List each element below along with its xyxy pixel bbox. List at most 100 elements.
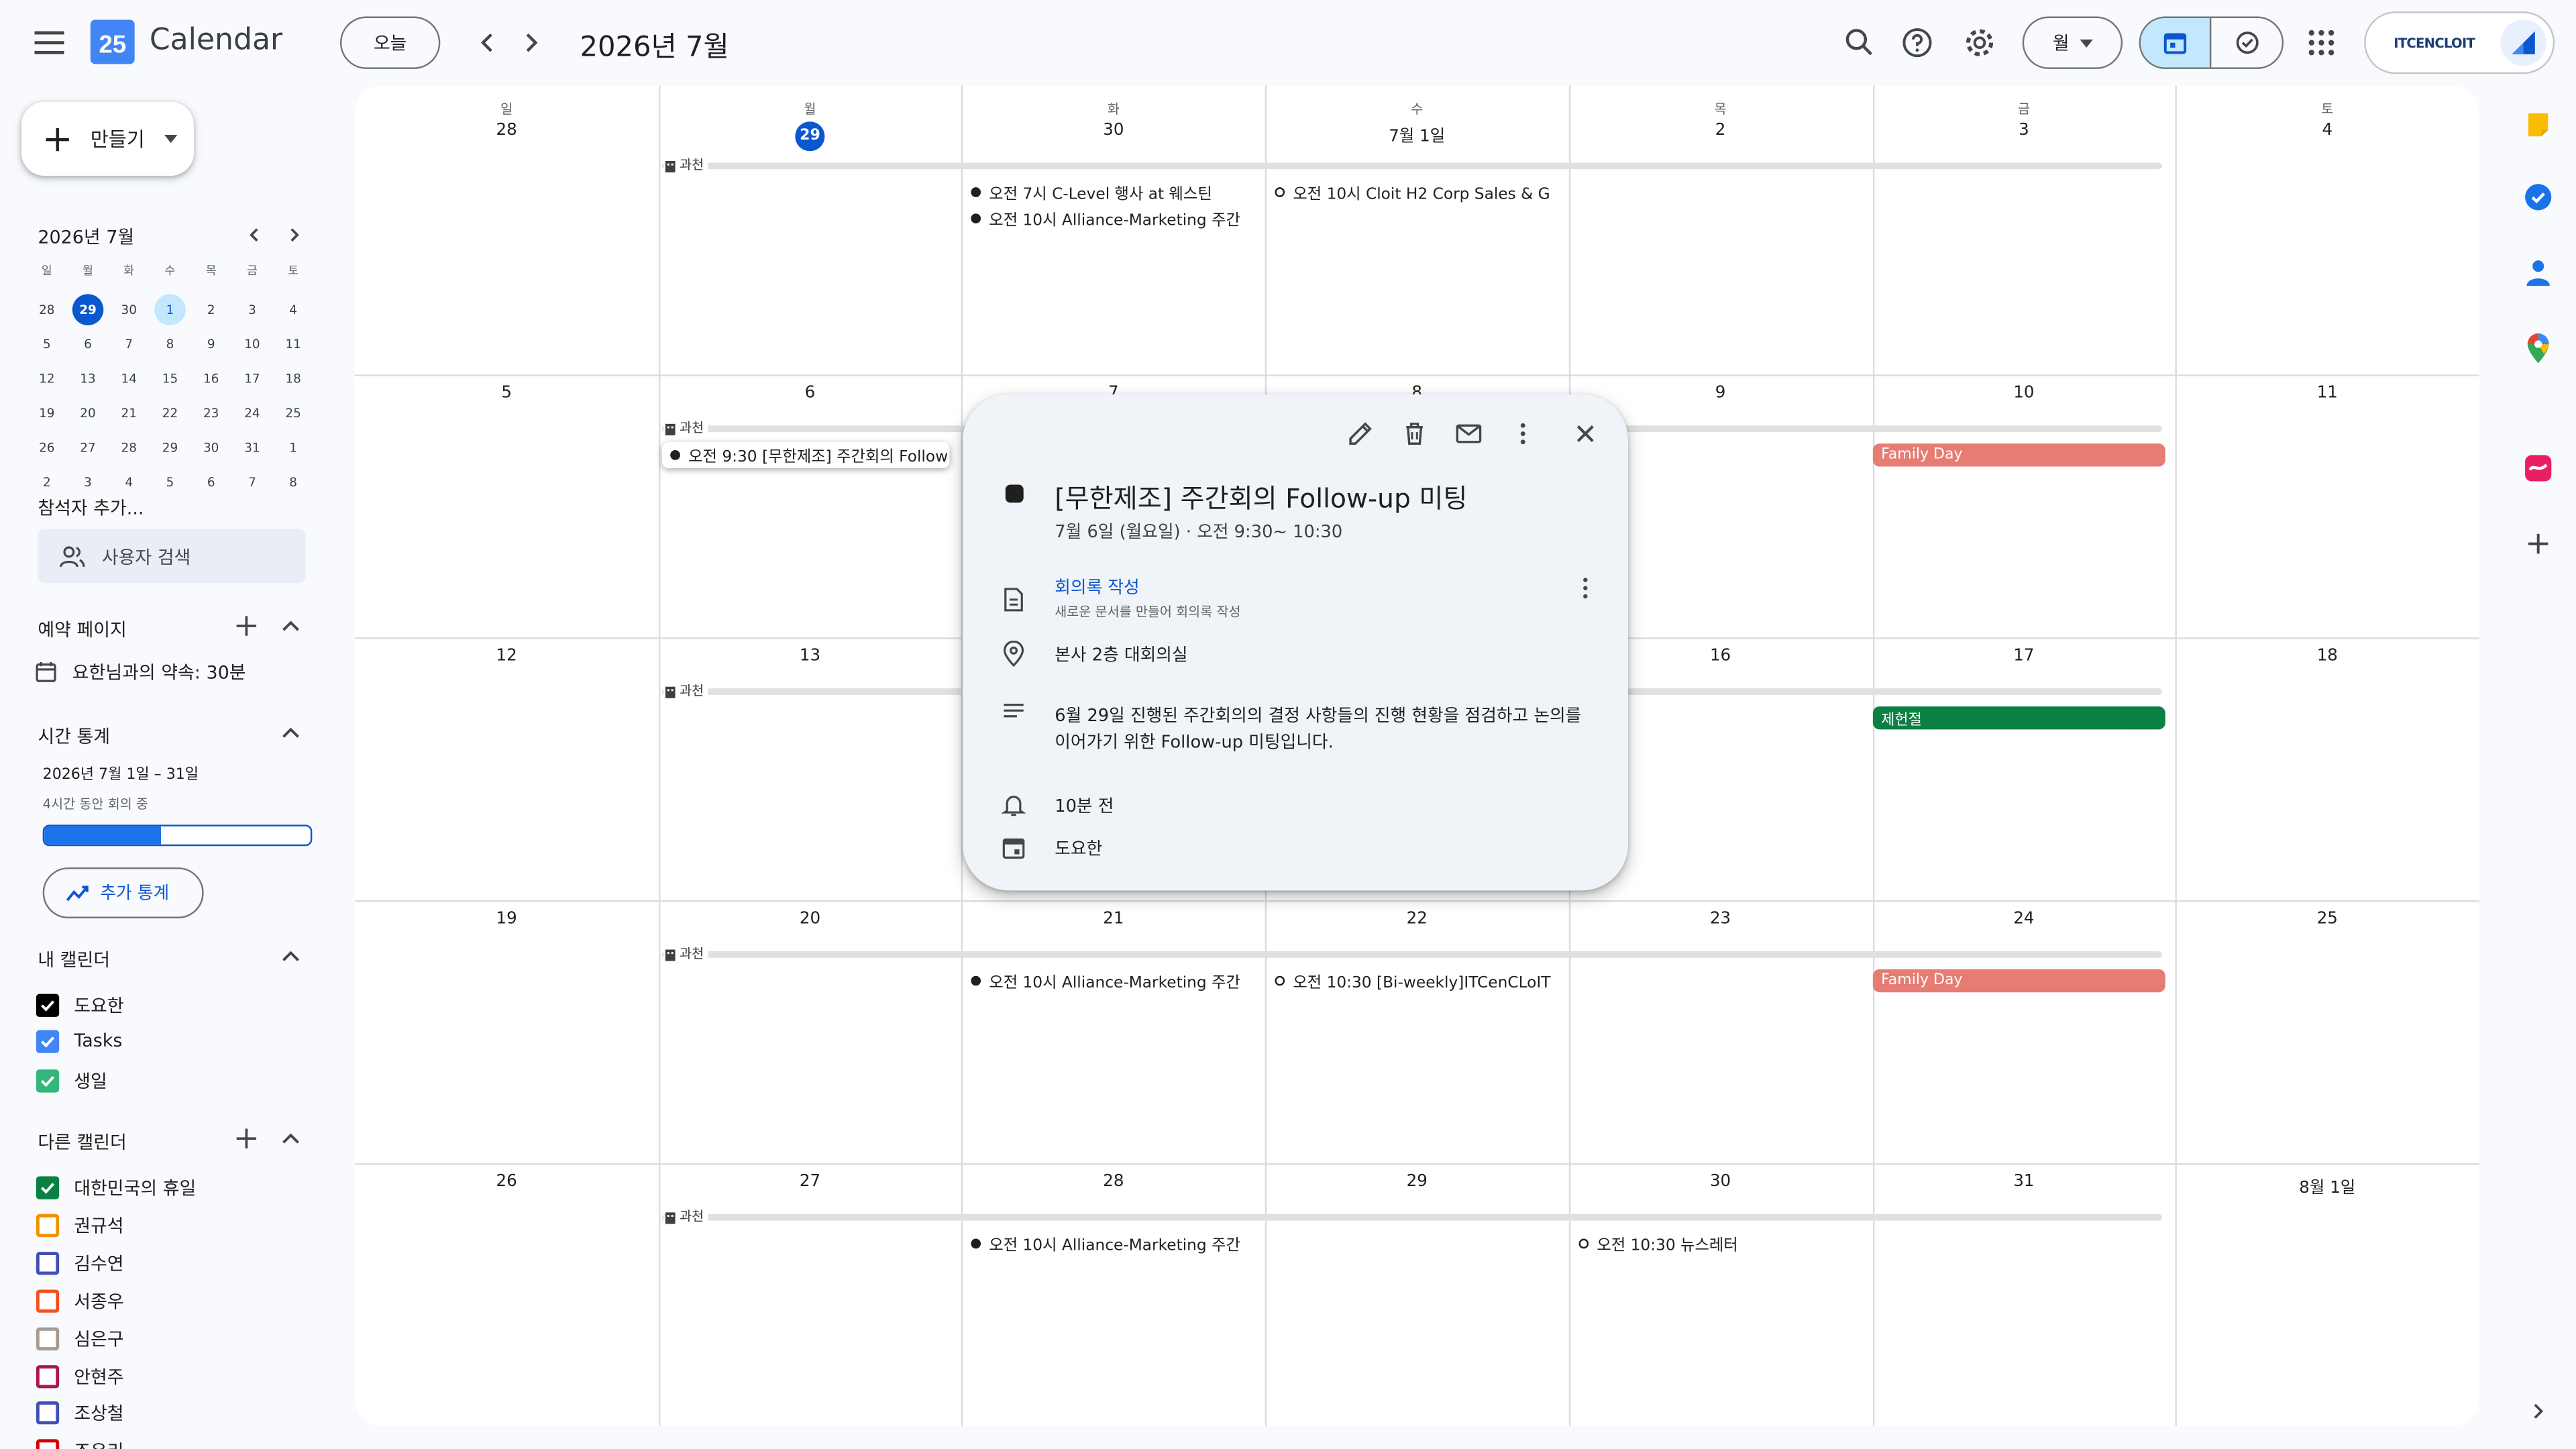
calendar-checkbox-item[interactable]: 안현주 (36, 1362, 124, 1389)
contacts-icon[interactable] (2522, 256, 2555, 289)
checkbox-unchecked-icon[interactable] (36, 1364, 60, 1388)
day-number[interactable]: 21 (962, 910, 1265, 928)
multiday-event-label[interactable]: 과천 (663, 945, 709, 963)
multiday-event-label[interactable]: 과천 (663, 682, 709, 700)
tasks-icon[interactable] (2522, 180, 2555, 213)
calendar-checkbox-item[interactable]: 심은구 (36, 1325, 124, 1351)
mini-day[interactable]: 10 (231, 327, 272, 361)
collapse-stats-button[interactable] (278, 720, 304, 746)
checkbox-unchecked-icon[interactable] (36, 1440, 60, 1449)
day-number[interactable]: 12 (355, 647, 658, 665)
mini-day[interactable]: 16 (191, 362, 231, 396)
mini-day[interactable]: 23 (191, 396, 231, 430)
mini-day[interactable]: 7 (231, 465, 272, 499)
search-button[interactable] (1841, 25, 1878, 61)
day-number[interactable]: 28 (962, 1173, 1265, 1191)
email-guests-button[interactable] (1454, 419, 1483, 448)
day-cell[interactable]: 토4 (2176, 85, 2479, 348)
day-number[interactable]: 30 (1568, 1173, 1872, 1191)
view-select[interactable]: 월 (2022, 16, 2123, 69)
mini-day[interactable]: 17 (231, 362, 272, 396)
checkbox-unchecked-icon[interactable] (36, 1251, 60, 1275)
mini-day[interactable]: 28 (109, 431, 150, 465)
day-cell[interactable]: 26 (355, 1163, 658, 1426)
day-number[interactable]: 24 (1872, 910, 2176, 928)
day-number[interactable]: 5 (355, 384, 658, 402)
booking-item[interactable]: 요한님과의 약속: 30분 (34, 659, 246, 685)
mini-day[interactable]: 30 (109, 292, 150, 327)
checkbox-unchecked-icon[interactable] (36, 1401, 60, 1426)
day-cell[interactable]: 월 29 (658, 85, 961, 348)
day-number[interactable]: 29 (658, 121, 961, 152)
day-number[interactable]: 11 (2176, 384, 2479, 402)
collapse-other-calendars-button[interactable] (278, 1126, 304, 1152)
day-cell[interactable]: 22 (1265, 900, 1568, 1163)
mini-next-button[interactable] (282, 223, 305, 246)
day-cell[interactable]: 27 (658, 1163, 961, 1426)
mini-day[interactable]: 3 (231, 292, 272, 327)
keep-icon[interactable] (2522, 109, 2555, 142)
mini-day[interactable]: 5 (26, 327, 67, 361)
mini-day[interactable]: 2 (191, 292, 231, 327)
day-cell[interactable]: 24 (1872, 900, 2176, 1163)
mini-day[interactable]: 14 (109, 362, 150, 396)
day-cell[interactable]: 10 (1872, 374, 2176, 637)
day-number[interactable]: 29 (1265, 1173, 1568, 1191)
day-cell[interactable]: 25 (2176, 900, 2479, 1163)
mini-day[interactable]: 8 (150, 327, 191, 361)
checkbox-checked-icon[interactable] (36, 1176, 60, 1199)
settings-button[interactable] (1962, 25, 1998, 61)
day-cell[interactable]: 6 (658, 374, 961, 637)
day-number[interactable]: 23 (1568, 910, 1872, 928)
help-button[interactable] (1899, 25, 1935, 61)
event-item[interactable]: 오전 10:30 [Bi-weekly]ITCenCLoIT (1275, 969, 1554, 992)
day-cell[interactable]: 일 28 (355, 85, 658, 348)
day-number[interactable]: 9 (1568, 384, 1872, 402)
collapse-my-calendars-button[interactable] (278, 943, 304, 969)
add-other-calendar-button[interactable] (233, 1126, 260, 1152)
checkbox-checked-icon[interactable] (36, 1069, 60, 1093)
mini-prev-button[interactable] (243, 223, 266, 246)
calendar-checkbox-item[interactable]: 대한민국의 휴일 (36, 1175, 196, 1201)
checkbox-unchecked-icon[interactable] (36, 1289, 60, 1312)
mini-day[interactable]: 1 (150, 292, 191, 327)
mini-day[interactable]: 1 (273, 431, 314, 465)
today-button[interactable]: 오늘 (339, 16, 441, 69)
close-popup-button[interactable] (1570, 419, 1600, 448)
day-cell[interactable]: 수 7월 1일 (1265, 85, 1568, 348)
event-item[interactable]: 오전 7시 C-Level 행사 at 웨스틴 (971, 180, 1258, 204)
day-number[interactable]: 7월 1일 (1265, 121, 1568, 146)
mini-day[interactable]: 6 (67, 327, 108, 361)
holiday-event[interactable]: 제헌절 (1872, 706, 2165, 730)
day-number[interactable]: 19 (355, 910, 658, 928)
day-cell[interactable]: 금3 (1872, 85, 2176, 348)
day-cell[interactable]: 17 (1872, 637, 2176, 900)
mini-day[interactable]: 28 (26, 292, 67, 327)
mini-day[interactable]: 20 (67, 396, 108, 430)
day-cell[interactable]: 23 (1568, 900, 1872, 1163)
next-period-button[interactable] (513, 25, 549, 61)
event-item-selected[interactable]: 오전 9:30 [무한제조] 주간회의 Follow (661, 441, 950, 468)
calendar-checkbox-item[interactable]: 김수연 (36, 1250, 124, 1276)
day-number[interactable]: 18 (2176, 647, 2479, 665)
day-cell[interactable]: 13 (658, 637, 961, 900)
mini-day[interactable]: 11 (273, 327, 314, 361)
day-number[interactable]: 17 (1872, 647, 2176, 665)
calendar-logo-icon[interactable]: 25 (90, 19, 135, 64)
day-number[interactable]: 31 (1872, 1173, 2176, 1191)
main-menu-button[interactable] (26, 19, 72, 66)
mini-day[interactable]: 19 (26, 396, 67, 430)
addon-icon[interactable] (2522, 451, 2555, 484)
day-number[interactable]: 2 (1568, 121, 1872, 140)
mini-day[interactable]: 8 (273, 465, 314, 499)
day-number[interactable]: 30 (962, 121, 1265, 140)
day-number[interactable]: 6 (658, 384, 961, 402)
calendar-view-button[interactable] (2141, 17, 2212, 68)
event-item[interactable]: 오전 10시 Cloit H2 Corp Sales & G (1275, 180, 1557, 204)
notes-more-button[interactable] (1570, 574, 1600, 603)
mini-day[interactable]: 29 (67, 292, 108, 327)
allday-event[interactable]: Family Day (1872, 969, 2165, 993)
checkbox-checked-icon[interactable] (36, 994, 60, 1017)
delete-event-button[interactable] (1400, 419, 1430, 448)
calendar-checkbox-item[interactable]: Tasks (36, 1030, 123, 1053)
